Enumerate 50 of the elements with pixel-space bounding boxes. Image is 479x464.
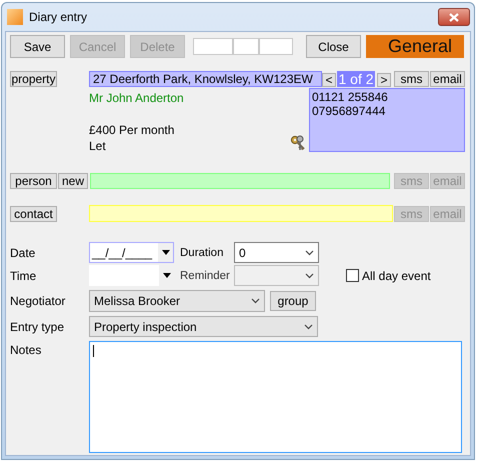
window-title: Diary entry [29,10,88,24]
new-button[interactable]: new [58,173,88,189]
address-field[interactable]: 27 Deerforth Park, Knowlsley, KW123EW [89,71,322,87]
blank-field [233,38,259,55]
dropdown-arrow-icon [162,273,170,278]
app-icon [7,9,23,25]
blank-field [193,38,233,55]
time-label: Time [10,268,38,282]
save-button[interactable]: Save [10,35,65,58]
negotiator-label: Negotiator [10,294,66,308]
previous-button[interactable]: < [322,73,336,87]
dropdown-arrow-icon [162,250,170,255]
phone-number: 01121 255846 [312,90,389,104]
person-button[interactable]: person [10,173,57,189]
date-field[interactable]: __/__/____ [89,242,174,263]
rent-text: £400 Per month [89,123,176,137]
contact-field[interactable] [89,205,393,222]
time-field[interactable] [89,265,174,286]
group-button[interactable]: group [270,291,316,311]
property-button[interactable]: property [10,71,57,87]
sms-button[interactable]: sms [394,71,429,87]
reminder-label: Reminder [180,270,231,282]
category-badge: General [366,35,464,58]
close-button[interactable] [438,8,470,26]
entry-type-label: Entry type [10,320,66,334]
chevron-icon [304,324,313,330]
contact-button[interactable]: contact [10,206,57,222]
close-button[interactable]: Close [306,35,361,58]
duration-label: Duration [180,246,224,258]
notes-field[interactable] [89,341,462,453]
checkbox-label: All day event [362,268,431,282]
status-text: Let [89,139,107,153]
duration-dropdown[interactable]: 0 [234,242,319,263]
checkbox[interactable] [346,269,359,282]
email-button[interactable]: email [430,71,465,87]
date-label: Date [10,246,36,260]
notes-label: Notes [10,343,42,357]
phone-number: 07956897444 [312,104,386,118]
close-icon [449,12,459,22]
entry-type-dropdown[interactable]: Property inspection [89,316,318,337]
chevron-icon [305,250,314,256]
chevron-icon [251,298,260,304]
blank-field [259,38,293,55]
negotiator-dropdown[interactable]: Melissa Brooker [89,290,265,312]
person-field[interactable] [90,173,390,189]
keys-icon [290,135,306,151]
chevron-icon [305,272,314,278]
landlord-name: Mr John Anderton [89,91,185,105]
next-button[interactable]: > [377,73,391,87]
pager-label: 1 of 2 [337,71,375,87]
